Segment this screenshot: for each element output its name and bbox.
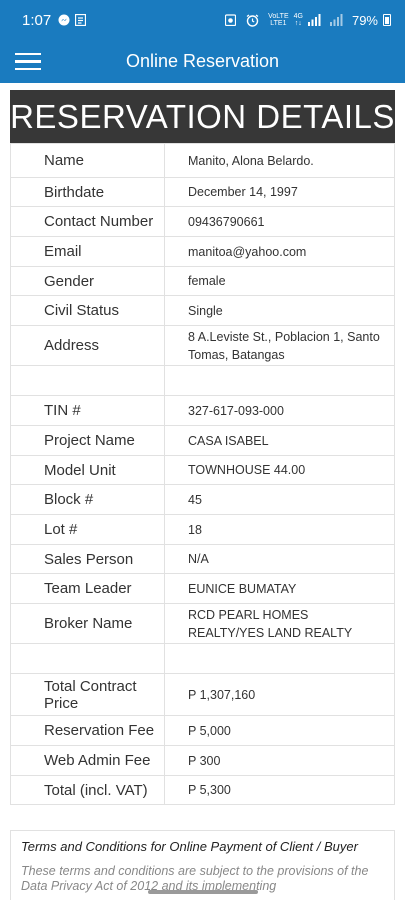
status-time: 1:07 — [22, 11, 52, 29]
row-value: EUNICE BUMATAY — [164, 573, 395, 604]
row-value: 45 — [164, 484, 395, 515]
table-row: Total (incl. VAT) P 5,300 — [10, 775, 395, 805]
row-label: Total (incl. VAT) — [10, 775, 165, 805]
network-label: VoLTE LTE1 — [268, 13, 289, 27]
alarm-icon — [246, 13, 259, 27]
row-value: P 1,307,160 — [164, 673, 395, 716]
signal-2-icon — [329, 14, 343, 27]
table-row: Block #45 — [10, 484, 395, 515]
row-value: P 5,300 — [164, 775, 395, 805]
row-value: Manito, Alona Belardo. — [164, 143, 395, 178]
details-table: Name Manito, Alona Belardo. Birthdate Decem… — [10, 143, 395, 805]
photo-icon — [224, 14, 237, 27]
table-row: Address 8 A.Leviste St., Poblacion 1, San… — [10, 325, 395, 366]
table-row: Civil Status Single — [10, 295, 395, 326]
terms-title: Terms and Conditions for Online Payment … — [21, 839, 358, 854]
row-label: Birthdate — [10, 177, 165, 207]
row-label: Gender — [10, 266, 165, 296]
table-row: Broker Name RCD PEARL HOMES REALTY/YES LA… — [10, 603, 395, 644]
app-bar: Online Reservation — [0, 40, 405, 83]
row-value: N/A — [164, 544, 395, 574]
row-label: Total Contract Price — [10, 673, 165, 716]
row-value: P 300 — [164, 745, 395, 776]
row-value: female — [164, 266, 395, 296]
row-label: TIN # — [10, 395, 165, 426]
row-value: Single — [164, 295, 395, 326]
row-label: Web Admin Fee — [10, 745, 165, 776]
page-title: RESERVATION DETAILS — [10, 90, 395, 143]
app-title: Online Reservation — [125, 51, 280, 71]
status-bar: 1:07 VoLTE LTE1 4G ↑↓ 79% — [0, 0, 405, 40]
battery-percent: 79% — [351, 12, 378, 28]
table-row — [10, 643, 395, 674]
row-value: 09436790661 — [164, 206, 395, 237]
row-label: Lot # — [10, 514, 165, 545]
table-row — [10, 365, 395, 396]
row-value: 18 — [164, 514, 395, 545]
table-row: Model Unit TOWNHOUSE 44.00 — [10, 455, 395, 485]
row-label: Sales Person — [10, 544, 165, 574]
hamburger-menu-icon[interactable] — [0, 40, 56, 83]
table-row: Web Admin Fee P 300 — [10, 745, 395, 776]
table-row: Name Manito, Alona Belardo. — [10, 143, 395, 178]
network-4g-label: 4G ↑↓ — [293, 13, 303, 27]
row-label: Team Leader — [10, 573, 165, 604]
row-label: Email — [10, 236, 165, 267]
row-label: Contact Number — [10, 206, 165, 237]
row-label: Name — [10, 143, 165, 178]
table-row: Email manitoa@yahoo.com — [10, 236, 395, 267]
notes-icon — [74, 14, 87, 27]
table-row: Birthdate December 14, 1997 — [10, 177, 395, 207]
row-value: CASA ISABEL — [164, 425, 395, 456]
row-label: Address — [10, 325, 165, 366]
row-value — [164, 365, 395, 396]
battery-icon — [383, 14, 391, 26]
reservation-details: RESERVATION DETAILS Name Manito, Alona Be… — [10, 90, 395, 805]
row-value: December 14, 1997 — [164, 177, 395, 207]
row-value: RCD PEARL HOMES REALTY/YES LAND REALTY — [164, 603, 395, 644]
signal-icon — [307, 14, 321, 27]
table-row: Gender female — [10, 266, 395, 296]
messenger-icon — [57, 14, 70, 27]
table-row: Project Name CASA ISABEL — [10, 425, 395, 456]
row-label — [10, 643, 165, 674]
table-row: TIN #327-617-093-000 — [10, 395, 395, 426]
row-value: P 5,000 — [164, 715, 395, 746]
row-value: 8 A.Leviste St., Poblacion 1, Santo Toma… — [164, 325, 395, 366]
row-label: Broker Name — [10, 603, 165, 644]
row-label: Civil Status — [10, 295, 165, 326]
table-row: Total Contract Price P 1,307,160 — [10, 673, 395, 716]
row-label: Block # — [10, 484, 165, 515]
table-row: Contact Number 09436790661 — [10, 206, 395, 237]
row-value: manitoa@yahoo.com — [164, 236, 395, 267]
home-indicator[interactable] — [148, 890, 258, 894]
row-value — [164, 643, 395, 674]
table-row: Team Leader EUNICE BUMATAY — [10, 573, 395, 604]
row-value: 327-617-093-000 — [164, 395, 395, 426]
row-label: Reservation Fee — [10, 715, 165, 746]
table-row: Sales Person N/A — [10, 544, 395, 574]
table-row: Reservation Fee P 5,000 — [10, 715, 395, 746]
row-label — [10, 365, 165, 396]
table-row: Lot #18 — [10, 514, 395, 545]
row-value: TOWNHOUSE 44.00 — [164, 455, 395, 485]
row-label: Project Name — [10, 425, 165, 456]
row-label: Model Unit — [10, 455, 165, 485]
